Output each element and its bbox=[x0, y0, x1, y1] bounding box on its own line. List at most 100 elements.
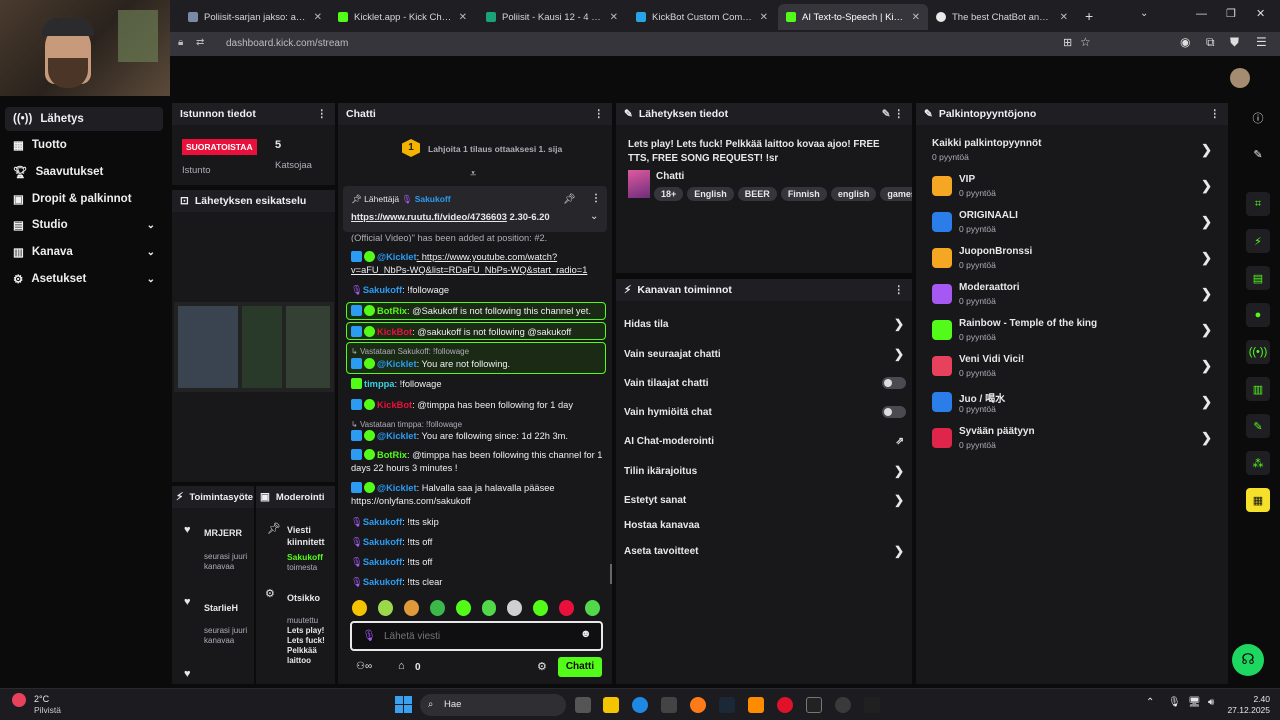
mic-tray-icon[interactable]: 🎙︎ bbox=[1168, 697, 1181, 708]
action-emote-only[interactable]: Vain hymiöitä chat bbox=[620, 400, 908, 424]
category-name[interactable]: Chatti bbox=[656, 171, 684, 182]
file-explorer-icon[interactable] bbox=[603, 697, 619, 713]
weather-icon[interactable] bbox=[12, 693, 26, 707]
reward-item[interactable]: Juo / 喝水 0 pyyntöä ❯ bbox=[926, 386, 1218, 422]
support-button[interactable]: ☊ bbox=[1232, 644, 1264, 676]
browser-tab[interactable]: Kicklet.app - Kick Chatbot a✕ bbox=[330, 4, 475, 30]
emote-icon[interactable] bbox=[585, 600, 601, 616]
collapse-icon[interactable]: ⩡ bbox=[470, 168, 476, 181]
action-blocked-words[interactable]: Estetyt sanat ❯ bbox=[620, 488, 908, 512]
user-avatar[interactable] bbox=[1230, 68, 1250, 88]
taskbar-search[interactable]: ⌕ Hae bbox=[420, 694, 566, 716]
chat-scrollbar[interactable] bbox=[610, 564, 612, 584]
reward-item[interactable]: Moderaattori 0 pyyntöä ❯ bbox=[926, 278, 1218, 314]
sidebar-item-broadcast[interactable]: ((•)) Lähetys bbox=[5, 107, 163, 131]
clock-time[interactable]: 2.40 bbox=[1234, 694, 1270, 704]
minimize-icon[interactable]: — bbox=[1196, 8, 1207, 20]
shield-icon[interactable]: ⛊ bbox=[1230, 35, 1239, 50]
broadcast-icon[interactable]: ((•)) bbox=[1246, 340, 1270, 364]
chat-settings-icon[interactable]: ⚙ bbox=[537, 660, 547, 673]
more-options-icon[interactable]: ⋮ bbox=[591, 193, 601, 204]
bookmark-star-icon[interactable]: ☆ bbox=[1080, 35, 1091, 49]
reward-item[interactable]: Syvään päätyyn 0 pyyntöä ❯ bbox=[926, 422, 1218, 458]
extensions-icon[interactable]: ⧉ bbox=[1206, 35, 1215, 50]
tag[interactable]: english bbox=[830, 187, 877, 201]
close-icon[interactable]: ✕ bbox=[459, 12, 467, 23]
tab-list-icon[interactable]: ⌄ bbox=[1140, 8, 1148, 19]
sidebar-item-achievements[interactable]: 🏆︎ Saavutukset bbox=[5, 160, 163, 184]
info-icon[interactable]: ⓘ bbox=[1246, 106, 1270, 130]
sidebar-item-studio[interactable]: ▤ Studio ⌄ bbox=[5, 213, 163, 237]
close-window-icon[interactable]: ✕ bbox=[1256, 7, 1265, 20]
tag[interactable]: games bbox=[880, 187, 912, 201]
document-icon[interactable]: ▤ bbox=[1246, 266, 1270, 290]
url-field[interactable]: dashboard.kick.com/stream bbox=[196, 35, 1076, 53]
chat-input[interactable] bbox=[384, 628, 574, 644]
reward-all[interactable]: Kaikki palkintopyynnöt 0 pyyntöä ❯ bbox=[926, 134, 1218, 170]
steam-icon[interactable] bbox=[719, 697, 735, 713]
terminal-icon[interactable] bbox=[806, 697, 822, 713]
tag[interactable]: English bbox=[687, 187, 734, 201]
task-view-icon[interactable] bbox=[575, 697, 591, 713]
close-icon[interactable]: ✕ bbox=[1060, 12, 1068, 23]
apps-icon[interactable]: ⁂ bbox=[1246, 451, 1270, 475]
close-icon[interactable]: ✕ bbox=[912, 12, 920, 23]
vlc-icon[interactable] bbox=[748, 697, 764, 713]
sub-gift-banner[interactable]: Lahjoita 1 tilaus ottaaksesi 1. sija bbox=[428, 144, 562, 154]
bolt-icon[interactable]: ⚡︎ bbox=[1246, 229, 1270, 253]
sidebar-item-drops[interactable]: ▣ Dropit & palkinnot bbox=[5, 187, 163, 211]
chevron-down-icon[interactable]: ⌄ bbox=[590, 211, 598, 222]
action-slow-mode[interactable]: Hidas tila ❯ bbox=[620, 312, 908, 336]
emote-icon[interactable] bbox=[533, 600, 549, 616]
close-icon[interactable]: ✕ bbox=[760, 12, 768, 23]
opera-icon[interactable] bbox=[777, 697, 793, 713]
reward-item[interactable]: Rainbow - Temple of the king 0 pyyntöä ❯ bbox=[926, 314, 1218, 350]
emote-icon[interactable] bbox=[429, 600, 445, 616]
browser-tab[interactable]: Poliisit-sarjan jakso: arkea ja tel✕ bbox=[180, 4, 330, 30]
action-set-goals[interactable]: Aseta tavoitteet ❯ bbox=[620, 539, 908, 563]
store-icon[interactable] bbox=[661, 697, 677, 713]
category-thumbnail[interactable] bbox=[628, 170, 650, 198]
more-options-icon[interactable]: ⋮ bbox=[1210, 108, 1221, 120]
emoji-icon[interactable]: ☻ bbox=[580, 628, 592, 640]
emote-icon[interactable] bbox=[507, 600, 523, 616]
reward-item[interactable]: Veni Vidi Vici! 0 pyyntöä ❯ bbox=[926, 350, 1218, 386]
close-icon[interactable]: ✕ bbox=[314, 12, 322, 23]
browser-tab[interactable]: The best ChatBot and Widgets✕ bbox=[928, 4, 1076, 30]
more-options-icon[interactable]: ⋮ bbox=[594, 108, 605, 120]
reward-item[interactable]: JuoponBronssi 0 pyyntöä ❯ bbox=[926, 242, 1218, 278]
sidebar-item-revenue[interactable]: ▦ Tuotto bbox=[5, 133, 163, 157]
action-ai-moderation[interactable]: AI Chat-moderointi ⇗ bbox=[620, 429, 908, 453]
emote-icon[interactable] bbox=[481, 600, 497, 616]
wrench-icon[interactable]: ✎ bbox=[1246, 414, 1270, 438]
emote-icon[interactable] bbox=[403, 600, 419, 616]
crop-icon[interactable]: ⌗ bbox=[1246, 192, 1270, 216]
subscribers-only-toggle[interactable] bbox=[882, 377, 906, 389]
more-options-icon[interactable]: ⋮ bbox=[894, 284, 905, 296]
profile-icon[interactable]: ◉ bbox=[1180, 35, 1190, 49]
tray-chevron-icon[interactable]: ⌃ bbox=[1146, 697, 1154, 708]
windows-start-icon[interactable] bbox=[395, 696, 412, 713]
browser-tab[interactable]: KickBot Custom Commands✕ bbox=[628, 4, 776, 30]
network-icon[interactable]: 🖥︎ bbox=[1188, 697, 1201, 708]
tag[interactable]: BEER bbox=[737, 187, 777, 201]
browser-tab[interactable]: Poliisit - Kausi 12 - 4 - Poliisit 2(✕ bbox=[478, 4, 626, 30]
emote-icon[interactable] bbox=[559, 600, 575, 616]
action-host-channel[interactable]: Hostaa kanavaa bbox=[620, 513, 908, 537]
store-icon[interactable]: ⌂ bbox=[398, 660, 405, 672]
emote-icon[interactable] bbox=[377, 600, 393, 616]
reward-item[interactable]: ORIGINAALI 0 pyyntöä ❯ bbox=[926, 206, 1218, 242]
audio-app-icon[interactable] bbox=[864, 697, 880, 713]
chat-input-box[interactable]: 🎙︎ ☻ bbox=[350, 621, 603, 651]
tag[interactable]: 18+ bbox=[654, 187, 684, 201]
chat-bubble-icon[interactable]: ● bbox=[1246, 303, 1270, 327]
sidebar-item-channel[interactable]: ▥ Kanava ⌄ bbox=[5, 240, 163, 264]
firefox-icon[interactable] bbox=[690, 697, 706, 713]
tag[interactable]: Finnish bbox=[780, 187, 827, 201]
stream-preview-video[interactable] bbox=[174, 302, 334, 392]
reward-item[interactable]: VIP 0 pyyntöä ❯ bbox=[926, 170, 1218, 206]
edge-icon[interactable] bbox=[632, 697, 648, 713]
action-followers-only[interactable]: Vain seuraajat chatti ❯ bbox=[620, 342, 908, 366]
action-subscribers-only[interactable]: Vain tilaajat chatti bbox=[620, 371, 908, 395]
obs-icon[interactable] bbox=[835, 697, 851, 713]
